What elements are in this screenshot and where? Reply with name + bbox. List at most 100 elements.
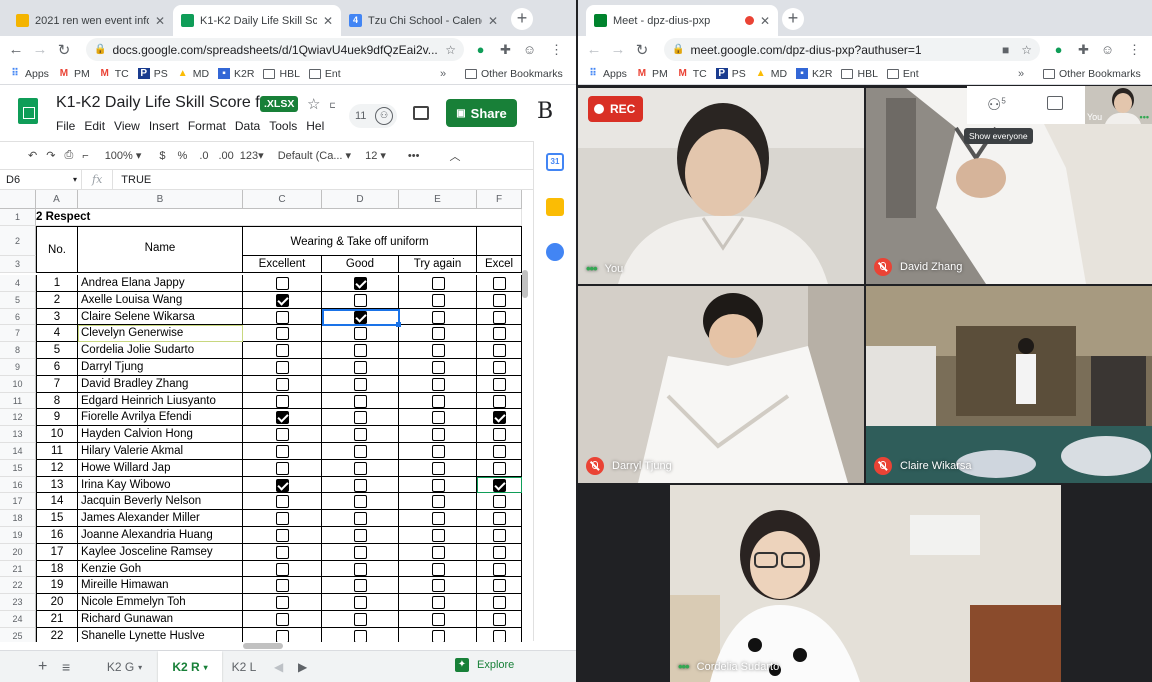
- horizontal-scrollbar[interactable]: [243, 643, 283, 649]
- checkbox-unchecked[interactable]: [493, 461, 506, 475]
- row-header[interactable]: 15: [0, 459, 36, 477]
- tab-meet[interactable]: Meet - dpz-dius-pxp ✕: [586, 5, 778, 36]
- currency-format-button[interactable]: $: [159, 150, 165, 162]
- font-select[interactable]: Default (Ca... ▾: [278, 149, 351, 162]
- checkbox-unchecked[interactable]: [431, 545, 445, 559]
- student-name[interactable]: Claire Selene Wikarsa: [78, 308, 243, 326]
- row-header[interactable]: 22: [0, 577, 36, 595]
- student-number[interactable]: 2: [36, 291, 78, 309]
- checkbox-unchecked[interactable]: [493, 445, 506, 458]
- column-header-e[interactable]: E: [399, 190, 477, 209]
- checkbox-unchecked[interactable]: [276, 277, 289, 290]
- checkbox-unchecked[interactable]: [431, 512, 445, 526]
- checkbox-unchecked[interactable]: [276, 562, 289, 576]
- checkbox-checked[interactable]: [276, 293, 289, 307]
- checkbox-unchecked[interactable]: [354, 461, 367, 475]
- sheet-tab-k2-l[interactable]: K2 L: [226, 651, 262, 682]
- profile-b-logo[interactable]: B: [537, 99, 553, 124]
- checkbox-unchecked[interactable]: [276, 579, 289, 593]
- checkbox-unchecked[interactable]: [431, 562, 445, 576]
- checkbox-unchecked[interactable]: [354, 512, 367, 526]
- decrease-decimal-button[interactable]: .0: [199, 150, 208, 162]
- checkbox-unchecked[interactable]: [276, 394, 289, 408]
- row-header[interactable]: 2: [0, 226, 36, 256]
- student-number[interactable]: 14: [36, 493, 78, 511]
- checkbox-unchecked[interactable]: [276, 361, 289, 374]
- row-header[interactable]: 20: [0, 543, 36, 561]
- all-sheets-icon[interactable]: ≡: [62, 659, 70, 675]
- selected-cell-d6[interactable]: [322, 308, 400, 327]
- row-header[interactable]: 18: [0, 510, 36, 527]
- bookmarks-overflow-button[interactable]: »: [1018, 68, 1024, 80]
- checkbox-unchecked[interactable]: [276, 613, 289, 626]
- checkbox-checked[interactable]: [276, 478, 289, 492]
- student-number[interactable]: 5: [36, 342, 78, 359]
- checkbox-unchecked[interactable]: [431, 529, 445, 542]
- menu-data[interactable]: Data: [235, 119, 260, 133]
- row-header[interactable]: 6: [0, 308, 36, 326]
- student-name[interactable]: Andrea Elana Jappy: [78, 275, 243, 292]
- checkbox-unchecked[interactable]: [493, 562, 506, 576]
- reload-icon[interactable]: ↻: [630, 41, 654, 59]
- keep-icon[interactable]: [546, 198, 564, 216]
- menu-view[interactable]: View: [114, 119, 140, 133]
- checkbox-unchecked[interactable]: [431, 394, 445, 408]
- bookmark-hbl[interactable]: HBL: [263, 68, 300, 80]
- checkbox-unchecked[interactable]: [354, 394, 367, 408]
- close-icon[interactable]: ✕: [760, 14, 770, 28]
- bookmark-tc[interactable]: M TC: [677, 68, 707, 80]
- scroll-left-icon[interactable]: ◀: [274, 660, 283, 674]
- student-name[interactable]: Mireille Himawan: [78, 577, 243, 595]
- spreadsheet-grid[interactable]: A B C D E F 1 2 3 4 5 6 7 8 9 10 11 12 13 14 15 16 17 18 19 20 21 2…: [0, 190, 522, 642]
- student-number[interactable]: 3: [36, 308, 78, 326]
- document-title[interactable]: K1-K2 Daily Life Skill Score f...: [56, 94, 273, 112]
- add-sheet-icon[interactable]: +: [38, 658, 47, 676]
- checkbox-unchecked[interactable]: [431, 596, 445, 610]
- student-name[interactable]: Jacquin Beverly Nelson: [78, 493, 243, 511]
- vertical-scrollbar[interactable]: [522, 270, 528, 298]
- bookmark-md[interactable]: ▲ MD: [755, 68, 787, 80]
- checkbox-unchecked[interactable]: [493, 613, 506, 626]
- student-number[interactable]: 11: [36, 443, 78, 460]
- section-title[interactable]: 2 Respect: [36, 209, 243, 226]
- bookmark-star-icon[interactable]: ☆: [445, 43, 456, 57]
- tab-tzu-chi-calendar[interactable]: 4 Tzu Chi School - Calenda ✕: [341, 5, 506, 36]
- tab-event-info[interactable]: 2021 ren wen event info ✕: [8, 5, 173, 36]
- student-number[interactable]: 1: [36, 275, 78, 292]
- row-header[interactable]: 9: [0, 359, 36, 376]
- checkbox-unchecked[interactable]: [354, 478, 367, 492]
- checkbox-checked[interactable]: [354, 277, 367, 290]
- student-number[interactable]: 7: [36, 375, 78, 393]
- student-name[interactable]: Hayden Calvion Hong: [78, 426, 243, 443]
- student-name[interactable]: Irina Kay Wibowo: [78, 476, 243, 494]
- checkbox-unchecked[interactable]: [431, 461, 445, 475]
- row-header[interactable]: 14: [0, 443, 36, 460]
- scroll-right-icon[interactable]: ▶: [298, 660, 307, 674]
- checkbox-unchecked[interactable]: [276, 445, 289, 458]
- formula-input[interactable]: TRUE: [112, 170, 151, 189]
- row-header[interactable]: 16: [0, 476, 36, 494]
- checkbox-unchecked[interactable]: [493, 579, 506, 593]
- people-icon[interactable]: ⚇5: [987, 95, 1006, 115]
- checkbox-unchecked[interactable]: [431, 361, 445, 374]
- forward-icon[interactable]: →: [28, 41, 52, 58]
- extensions-puzzle-icon[interactable]: ✚: [497, 41, 514, 58]
- grid-corner[interactable]: [0, 190, 36, 209]
- collaborators-button[interactable]: 11 ⚇: [349, 104, 397, 128]
- bookmark-pm[interactable]: M PM: [636, 68, 668, 80]
- student-name[interactable]: James Alexander Miller: [78, 510, 243, 527]
- bookmark-md[interactable]: ▲ MD: [177, 68, 209, 80]
- bookmark-ent[interactable]: Ent: [308, 68, 341, 80]
- font-size-select[interactable]: 12 ▾: [365, 149, 386, 162]
- checkbox-unchecked[interactable]: [431, 478, 445, 492]
- menu-format[interactable]: Format: [188, 119, 226, 133]
- student-name[interactable]: Fiorelle Avrilya Efendi: [78, 409, 243, 427]
- column-header-b[interactable]: B: [78, 190, 243, 209]
- star-icon[interactable]: ☆: [307, 95, 320, 113]
- checkbox-unchecked[interactable]: [431, 495, 445, 509]
- student-number[interactable]: 4: [36, 325, 78, 343]
- profile-avatar-icon[interactable]: ☺: [1099, 41, 1116, 58]
- student-name[interactable]: Darryl Tjung: [78, 359, 243, 376]
- checkbox-unchecked[interactable]: [276, 377, 289, 391]
- tasks-icon[interactable]: [546, 243, 564, 261]
